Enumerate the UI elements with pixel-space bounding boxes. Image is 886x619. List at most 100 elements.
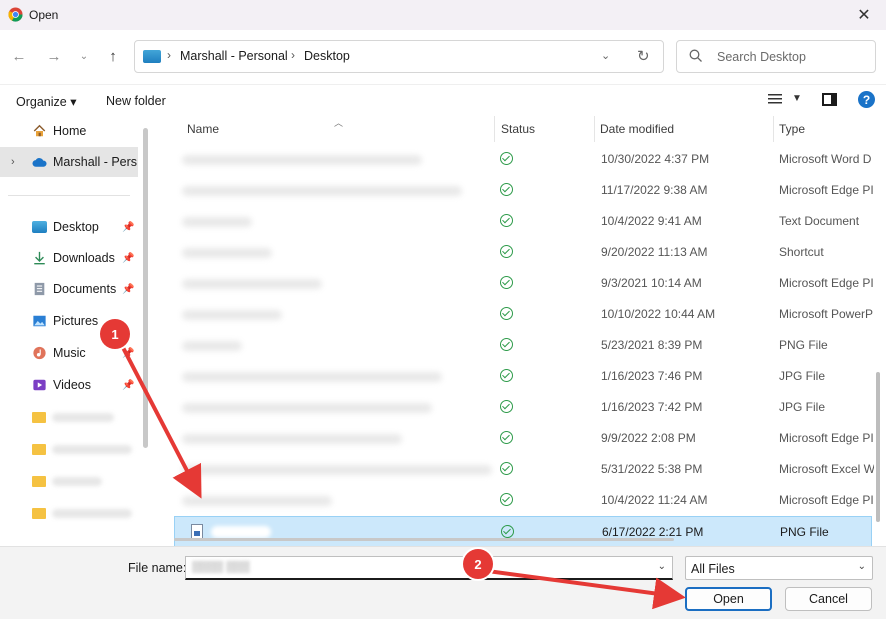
png-file-icon xyxy=(191,524,203,539)
file-name-value-redacted: ▒▒▒▒ ▒▒▒ xyxy=(192,561,250,573)
sync-status-available-icon xyxy=(500,276,513,289)
column-header-type[interactable]: Type xyxy=(779,122,805,136)
search-icon xyxy=(689,49,702,62)
file-type-cell: Shortcut xyxy=(779,245,824,259)
breadcrumb-separator: › xyxy=(167,48,171,62)
vertical-scrollbar[interactable] xyxy=(876,372,880,522)
preview-pane-icon[interactable] xyxy=(822,93,837,106)
download-icon xyxy=(34,251,45,265)
file-type-cell: PNG File xyxy=(780,525,829,539)
file-name-redacted xyxy=(182,217,252,227)
date-modified-cell: 10/10/2022 10:44 AM xyxy=(601,307,716,321)
cancel-button[interactable]: Cancel xyxy=(785,587,872,611)
file-type-cell: JPG File xyxy=(779,369,826,383)
forward-arrow-icon[interactable]: → xyxy=(44,46,64,66)
sidebar-item-label: Marshall - Personal xyxy=(53,155,137,169)
file-name-dropdown-icon[interactable]: ⌄ xyxy=(658,561,666,572)
help-icon[interactable]: ? xyxy=(858,91,875,108)
sidebar-divider xyxy=(8,195,130,196)
folder-icon xyxy=(32,476,46,487)
desktop-icon xyxy=(32,221,47,233)
sync-status-available-icon xyxy=(500,431,513,444)
file-name-input[interactable]: ▒▒▒▒ ▒▒▒ ⌄ xyxy=(185,556,673,580)
date-modified-cell: 10/4/2022 11:24 AM xyxy=(601,493,708,507)
sync-status-available-icon xyxy=(500,152,513,165)
new-folder-button[interactable]: New folder xyxy=(106,94,166,108)
sidebar-item-videos[interactable]: Videos 📌 xyxy=(0,370,138,400)
sidebar-item-downloads[interactable]: Downloads 📌 xyxy=(0,243,138,273)
file-name-redacted xyxy=(182,372,442,382)
column-header-date-modified[interactable]: Date modified xyxy=(600,122,674,136)
sync-status-available-icon xyxy=(500,214,513,227)
file-type-select[interactable]: All Files ⌄ xyxy=(685,556,873,580)
file-name-redacted xyxy=(182,434,402,444)
recent-locations-chevron-icon[interactable]: ⌄ xyxy=(74,46,94,66)
file-type-cell: Microsoft Excel W xyxy=(779,462,874,476)
refresh-icon[interactable]: ↻ xyxy=(637,47,650,65)
breadcrumb-separator: › xyxy=(291,48,295,62)
date-modified-cell: 6/17/2022 2:21 PM xyxy=(602,525,704,539)
table-row[interactable]: 10/10/2022 10:44 AM Microsoft PowerP xyxy=(174,299,873,330)
breadcrumb-desktop[interactable]: Desktop xyxy=(304,49,350,63)
organize-button[interactable]: Organize ▾ xyxy=(16,94,76,109)
sidebar-scrollbar[interactable] xyxy=(143,128,148,448)
column-divider[interactable] xyxy=(494,116,495,142)
videos-icon xyxy=(33,379,46,391)
table-row[interactable]: 5/23/2021 8:39 PM PNG File xyxy=(174,330,872,361)
window-title: Open xyxy=(29,8,59,22)
date-modified-cell: 10/30/2022 4:37 PM xyxy=(601,152,710,166)
up-arrow-icon[interactable]: ↑ xyxy=(103,46,123,66)
table-row[interactable]: 10/30/2022 4:37 PM Microsoft Word D xyxy=(174,144,872,175)
sidebar-item-marshall-personal[interactable]: › Marshall - Personal xyxy=(0,147,138,177)
file-name-redacted xyxy=(211,526,271,538)
address-dropdown-icon[interactable]: ⌄ xyxy=(601,49,610,62)
table-row[interactable]: 11/17/2022 9:38 AM Microsoft Edge PI xyxy=(174,175,874,206)
column-header-status[interactable]: Status xyxy=(501,122,535,136)
date-modified-cell: 1/16/2023 7:42 PM xyxy=(601,400,703,414)
file-name-redacted xyxy=(182,310,282,320)
pin-icon: 📌 xyxy=(122,283,135,295)
table-row[interactable]: 6/17/2022 2:21 PM PNG File xyxy=(174,516,872,547)
close-icon[interactable]: ✕ xyxy=(842,0,886,30)
sync-status-available-icon xyxy=(500,307,513,320)
table-row[interactable]: 9/9/2022 2:08 PM Microsoft Edge PI xyxy=(174,423,874,454)
table-row[interactable]: 1/16/2023 7:42 PM JPG File xyxy=(174,392,872,423)
view-options-icon[interactable] xyxy=(768,92,782,106)
sidebar-item-home[interactable]: Home xyxy=(0,116,138,146)
table-row[interactable]: 5/31/2022 5:38 PM Microsoft Excel W xyxy=(174,454,874,485)
sort-ascending-icon: ︿ xyxy=(334,118,344,128)
open-button[interactable]: Open xyxy=(685,587,772,611)
date-modified-cell: 5/31/2022 5:38 PM xyxy=(601,462,703,476)
column-divider[interactable] xyxy=(594,116,595,142)
pin-icon: 📌 xyxy=(122,379,135,391)
column-header-name[interactable]: Name xyxy=(187,122,219,136)
column-divider[interactable] xyxy=(773,116,774,142)
breadcrumb-marshall-personal[interactable]: Marshall - Personal xyxy=(180,49,288,63)
expand-chevron-icon[interactable]: › xyxy=(11,156,15,168)
table-row[interactable]: 9/3/2021 10:14 AM Microsoft Edge PI xyxy=(174,268,874,299)
sync-status-available-icon xyxy=(500,183,513,196)
document-icon xyxy=(34,282,45,296)
date-modified-cell: 9/20/2022 11:13 AM xyxy=(601,245,708,259)
table-row[interactable]: 1/16/2023 7:46 PM JPG File xyxy=(174,361,872,392)
blurred-folder-name xyxy=(52,509,132,518)
date-modified-cell: 5/23/2021 8:39 PM xyxy=(601,338,703,352)
table-row[interactable]: 10/4/2022 9:41 AM Text Document xyxy=(174,206,872,237)
sidebar-item-desktop[interactable]: Desktop 📌 xyxy=(0,212,138,242)
sidebar-item-documents[interactable]: Documents 📌 xyxy=(0,274,138,304)
music-icon xyxy=(33,346,46,360)
table-row[interactable]: 10/4/2022 11:24 AM Microsoft Edge PI xyxy=(174,485,874,516)
search-box[interactable]: Search Desktop xyxy=(676,40,876,73)
date-modified-cell: 9/9/2022 2:08 PM xyxy=(601,431,696,445)
table-row[interactable]: 9/20/2022 11:13 AM Shortcut xyxy=(174,237,872,268)
file-name-redacted xyxy=(182,403,432,413)
address-bar[interactable]: › Marshall - Personal › Desktop ⌄ ↻ xyxy=(134,40,664,73)
file-name-redacted xyxy=(182,496,332,506)
back-arrow-icon[interactable]: ← xyxy=(9,46,29,66)
view-dropdown-icon[interactable]: ▼ xyxy=(792,93,802,104)
title-bar: Open ✕ xyxy=(0,0,886,30)
file-type-cell: Text Document xyxy=(779,214,860,228)
file-name-redacted xyxy=(182,279,322,289)
pin-icon: 📌 xyxy=(122,252,135,264)
horizontal-scrollbar[interactable] xyxy=(174,538,674,541)
